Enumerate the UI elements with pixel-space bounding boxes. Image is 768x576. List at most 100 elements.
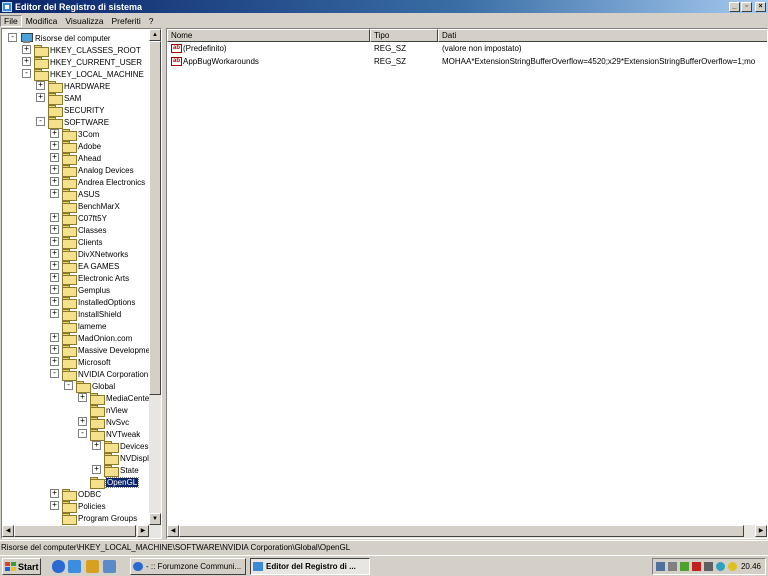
tree-node[interactable]: - SOFTWARE: [36, 116, 109, 129]
expand-icon[interactable]: +: [50, 501, 59, 510]
tree-node[interactable]: + Andrea Electronics: [50, 176, 145, 189]
collapse-icon[interactable]: -: [78, 429, 87, 438]
values-list-pane[interactable]: Nome Tipo Dati ab (Predefinito) REG_SZ (v…: [166, 28, 768, 539]
expand-icon[interactable]: +: [50, 345, 59, 354]
tree-node[interactable]: + HKEY_CLASSES_ROOT: [22, 44, 141, 57]
tree-node[interactable]: + Microsoft: [50, 356, 110, 369]
tree-node[interactable]: - Risorse del computer: [8, 32, 111, 44]
expand-icon[interactable]: +: [50, 273, 59, 282]
scroll-thumb[interactable]: [149, 41, 161, 395]
tree-node[interactable]: + C07ft5Y: [50, 212, 107, 225]
maximize-button[interactable]: ▫: [741, 1, 752, 12]
tree-node[interactable]: - NVIDIA Corporation: [50, 368, 148, 381]
tree-node[interactable]: + Analog Devices: [50, 164, 134, 177]
expand-icon[interactable]: +: [50, 261, 59, 270]
close-button[interactable]: ×: [755, 1, 766, 12]
tree-node[interactable]: - HKEY_LOCAL_MACHINE: [22, 68, 144, 81]
internet-explorer-icon[interactable]: [52, 560, 65, 573]
registry-tree-pane[interactable]: - Risorse del computer + HKEY_CLASSES_ROOT +…: [1, 28, 162, 539]
tree-node[interactable]: + Adobe: [50, 140, 101, 153]
tree-vertical-scrollbar[interactable]: ▲ ▼: [149, 29, 161, 525]
tray-network-icon[interactable]: [656, 562, 665, 571]
tree-node[interactable]: lameme: [62, 320, 106, 333]
tree-node[interactable]: + ODBC: [50, 488, 101, 501]
column-header-name[interactable]: Nome: [167, 29, 370, 42]
expand-icon[interactable]: +: [22, 45, 31, 54]
expand-icon[interactable]: +: [50, 333, 59, 342]
menu-visualizza[interactable]: Visualizza: [61, 15, 107, 27]
collapse-icon[interactable]: -: [36, 117, 45, 126]
tree-node[interactable]: + Electronic Arts: [50, 272, 129, 285]
expand-icon[interactable]: +: [78, 393, 87, 402]
list-row[interactable]: ab (Predefinito) REG_SZ (valore non impos…: [167, 43, 767, 55]
menu-help[interactable]: ?: [145, 15, 158, 27]
expand-icon[interactable]: +: [50, 297, 59, 306]
tree-node[interactable]: + Clients: [50, 236, 102, 249]
list-scroll-right-button[interactable]: ▶: [755, 525, 767, 537]
tree-node[interactable]: + EA GAMES: [50, 260, 119, 273]
collapse-icon[interactable]: -: [64, 381, 73, 390]
scroll-up-button[interactable]: ▲: [149, 29, 161, 41]
list-row[interactable]: ab AppBugWorkarounds REG_SZ MOHAA*Extensi…: [167, 56, 767, 68]
scroll-right-button[interactable]: ▶: [137, 525, 149, 537]
expand-icon[interactable]: +: [50, 213, 59, 222]
column-header-type[interactable]: Tipo: [370, 29, 438, 42]
tree-node[interactable]: + NvSvc: [78, 416, 129, 429]
expand-icon[interactable]: +: [22, 57, 31, 66]
expand-icon[interactable]: +: [50, 285, 59, 294]
tree-node[interactable]: Program Groups: [62, 512, 137, 525]
expand-icon[interactable]: +: [50, 249, 59, 258]
tray-messenger-icon[interactable]: [716, 562, 725, 571]
tree-node[interactable]: NVDisplay: [104, 452, 149, 465]
tree-node[interactable]: + Classes: [50, 224, 106, 237]
tree-node[interactable]: + State: [92, 464, 139, 477]
outlook-express-icon[interactable]: [68, 560, 81, 573]
minimize-button[interactable]: _: [729, 1, 740, 12]
tree-node[interactable]: BenchMarX: [62, 200, 120, 213]
expand-icon[interactable]: +: [92, 465, 101, 474]
tray-nvidia-icon[interactable]: [680, 562, 689, 571]
column-header-data[interactable]: Dati: [438, 29, 767, 42]
tree-node[interactable]: + Gemplus: [50, 284, 110, 297]
expand-icon[interactable]: +: [36, 93, 45, 102]
regedit-app-icon[interactable]: [2, 1, 12, 12]
media-player-icon[interactable]: [86, 560, 99, 573]
expand-icon[interactable]: +: [50, 189, 59, 198]
expand-icon[interactable]: +: [78, 417, 87, 426]
expand-icon[interactable]: +: [50, 129, 59, 138]
tree-horizontal-scrollbar[interactable]: ◀ ▶: [2, 525, 161, 538]
tree-node[interactable]: + Massive Developmen: [50, 344, 149, 357]
expand-icon[interactable]: +: [50, 237, 59, 246]
expand-icon[interactable]: +: [50, 177, 59, 186]
tree-node[interactable]: + MadOnion.com: [50, 332, 132, 345]
show-desktop-icon[interactable]: [103, 560, 116, 573]
title-bar[interactable]: Editor del Registro di sistema _ ▫ ×: [0, 0, 768, 13]
start-button[interactable]: Start: [2, 558, 41, 575]
expand-icon[interactable]: +: [50, 309, 59, 318]
menu-modifica[interactable]: Modifica: [22, 15, 62, 27]
tree-node[interactable]: SECURITY: [48, 104, 104, 117]
menu-file[interactable]: File: [0, 14, 22, 27]
collapse-icon[interactable]: -: [8, 33, 17, 42]
list-scroll-thumb[interactable]: [179, 525, 744, 537]
tree-node[interactable]: + HKEY_CURRENT_USER: [22, 56, 142, 69]
scroll-left-button[interactable]: ◀: [2, 525, 14, 537]
list-scroll-left-button[interactable]: ◀: [167, 525, 179, 537]
tree-node[interactable]: + Policies: [50, 500, 106, 513]
tray-antivirus-icon[interactable]: [692, 562, 701, 571]
expand-icon[interactable]: +: [50, 489, 59, 498]
tree-node[interactable]: - Global: [64, 380, 115, 393]
tree-node[interactable]: + InstallShield: [50, 308, 121, 321]
expand-icon[interactable]: +: [92, 441, 101, 450]
tree-node[interactable]: OpenGL: [90, 476, 140, 489]
collapse-icon[interactable]: -: [50, 369, 59, 378]
tree-node[interactable]: + HARDWARE: [36, 80, 110, 93]
tray-security-icon[interactable]: [728, 562, 737, 571]
tree-node[interactable]: + SAM: [36, 92, 81, 105]
tray-volume-icon[interactable]: [704, 562, 713, 571]
tree-node[interactable]: +3Com: [50, 128, 99, 141]
taskbar-button-regedit[interactable]: Editor del Registro di ...: [250, 558, 370, 575]
expand-icon[interactable]: +: [50, 357, 59, 366]
tree-node[interactable]: - NVTweak: [78, 428, 140, 441]
tree-node[interactable]: + MediaCenter: [78, 392, 149, 405]
